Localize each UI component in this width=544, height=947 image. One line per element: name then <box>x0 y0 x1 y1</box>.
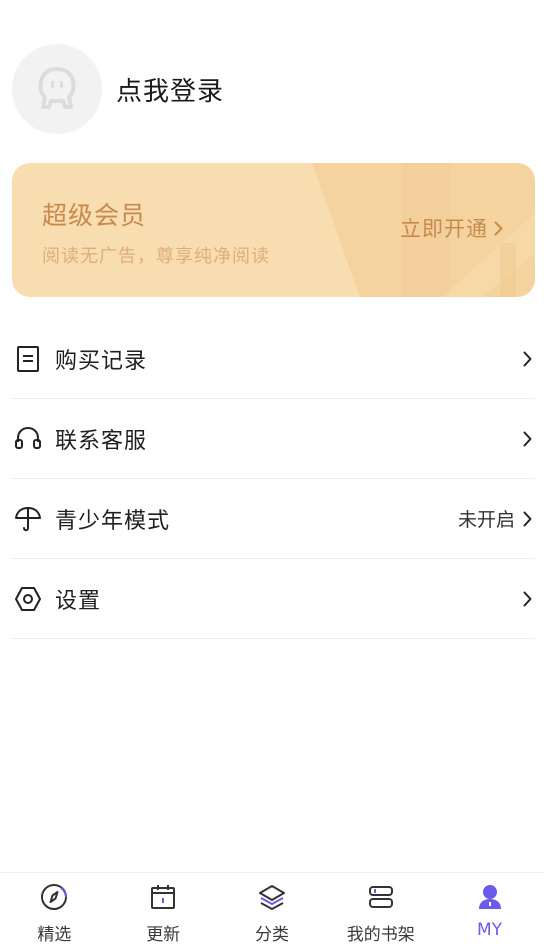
tab-label: 更新 <box>146 925 181 945</box>
vip-title: 超级会员 <box>42 201 147 230</box>
profile-header[interactable]: 点我登录 <box>12 44 224 134</box>
bottom-tab-bar: 精选 更新 分类 我的书架 MY <box>0 872 544 947</box>
ghost-avatar-icon <box>38 67 76 109</box>
layers-icon <box>257 882 287 912</box>
settings-menu: 购买记录 联系客服 青少年模式 未开启 设置 <box>12 319 535 639</box>
menu-item-purchase-history[interactable]: 购买记录 <box>12 319 535 399</box>
tab-label: 我的书架 <box>346 925 415 945</box>
menu-item-label: 联系客服 <box>55 428 148 454</box>
menu-item-label: 购买记录 <box>55 348 148 374</box>
compass-icon <box>39 882 69 912</box>
menu-item-settings[interactable]: 设置 <box>12 559 535 639</box>
tab-updates[interactable]: 更新 <box>109 873 218 947</box>
menu-item-customer-service[interactable]: 联系客服 <box>12 399 535 479</box>
login-prompt[interactable]: 点我登录 <box>116 71 224 108</box>
vip-subtitle: 阅读无广告，尊享纯净阅读 <box>42 246 270 267</box>
gear-hexagon-icon <box>12 583 44 615</box>
tab-bookshelf[interactable]: 我的书架 <box>326 873 435 947</box>
avatar[interactable] <box>12 44 102 134</box>
chevron-right-icon <box>519 429 535 449</box>
vip-membership-card[interactable]: 超级会员 阅读无广告，尊享纯净阅读 立即开通 <box>12 163 535 297</box>
calendar-icon <box>148 882 178 912</box>
tab-categories[interactable]: 分类 <box>218 873 327 947</box>
user-icon <box>475 882 505 912</box>
vip-activate-label: 立即开通 <box>400 217 488 241</box>
tab-my[interactable]: MY <box>435 873 544 947</box>
tab-label: MY <box>477 920 503 940</box>
umbrella-icon <box>12 503 44 535</box>
tab-featured[interactable]: 精选 <box>0 873 109 947</box>
vip-activate-button[interactable]: 立即开通 <box>400 213 503 243</box>
receipt-icon <box>12 343 44 375</box>
menu-item-teen-mode[interactable]: 青少年模式 未开启 <box>12 479 535 559</box>
chevron-right-icon <box>519 509 535 529</box>
tab-label: 分类 <box>254 925 289 945</box>
headset-icon <box>12 423 44 455</box>
chevron-right-icon <box>519 349 535 369</box>
menu-item-label: 设置 <box>55 588 102 614</box>
teen-mode-status: 未开启 <box>457 509 515 531</box>
chevron-right-icon <box>494 221 503 235</box>
chevron-right-icon <box>519 589 535 609</box>
bookshelf-icon <box>366 882 396 912</box>
tab-label: 精选 <box>37 925 72 945</box>
menu-item-label: 青少年模式 <box>55 508 171 534</box>
